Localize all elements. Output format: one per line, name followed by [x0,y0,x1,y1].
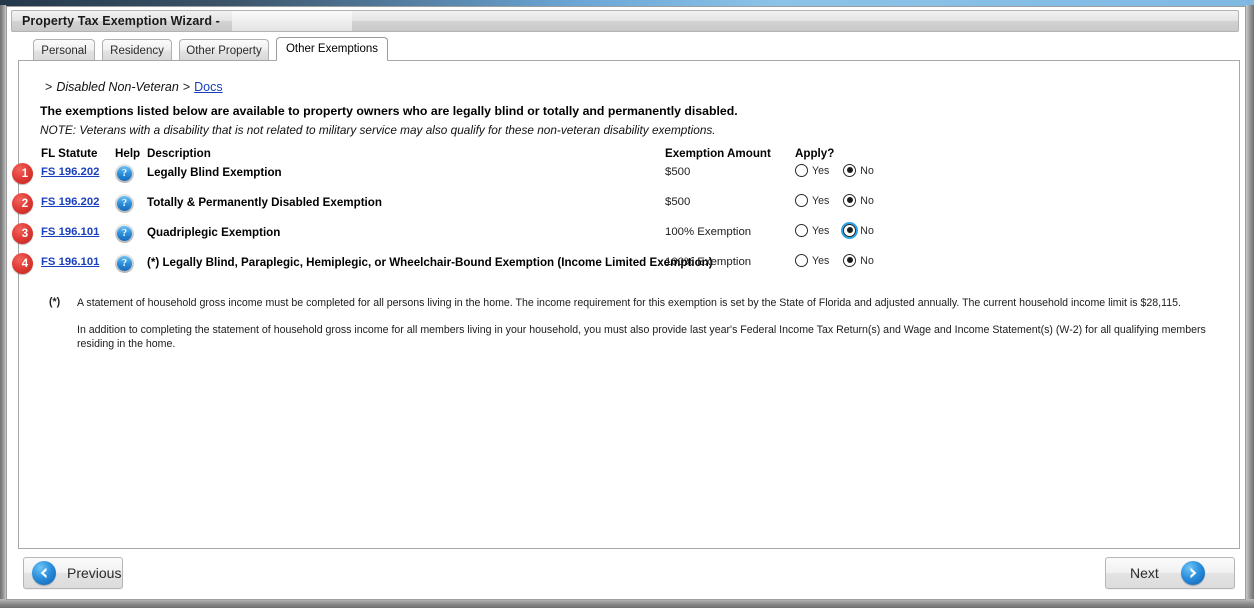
breadcrumb: > Disabled Non-Veteran > Docs [41,80,223,94]
footnote-second-text: In addition to completing the statement … [77,324,1206,350]
arrow-left-icon [32,561,56,585]
exemption-amount: $500 [665,166,691,178]
breadcrumb-current: Disabled Non-Veteran [56,80,179,94]
step-badge-number: 3 [21,227,29,240]
help-question-icon[interactable] [115,224,134,243]
window-right-frame [1246,5,1254,608]
window-titlebar: Property Tax Exemption Wizard - [11,10,1239,32]
header-fl-statute: FL Statute [41,147,98,160]
content-panel: > Disabled Non-Veteran > Docs The exemption… [12,60,1240,549]
apply-yes-radio[interactable] [795,194,808,207]
table-row: 1 FS 196.202 Legally Blind Exemption $500 Ye… [12,163,1239,193]
next-button[interactable]: Next [1105,557,1235,589]
tab-residency[interactable]: Residency [102,39,172,61]
table-row: 4 FS 196.101 (*) Legally Blind, Paraplegic… [12,253,1239,283]
intro-headline: The exemptions listed below are availabl… [40,104,738,118]
tab-label: Other Property [186,44,262,57]
apply-yes-radio[interactable] [795,224,808,237]
footnotes: (*) A statement of household gross incom… [41,296,1221,351]
tab-personal[interactable]: Personal [33,39,95,61]
apply-yes-radio[interactable] [795,254,808,267]
wizard-footer: Previous Next [18,557,1240,593]
tab-other-exemptions[interactable]: Other Exemptions [276,37,388,61]
step-badge-number: 1 [21,167,29,180]
table-header-row: FL Statute Help Description Exemption Am… [19,147,1239,163]
apply-no-label: No [860,164,874,177]
step-badge-number: 2 [21,197,29,210]
exemption-description: Quadriplegic Exemption [147,226,281,239]
statute-link[interactable]: FS 196.101 [41,223,113,238]
arrow-right-icon [1180,561,1205,585]
apply-radio-group: Yes No [795,193,884,207]
breadcrumb-lead-separator: > [45,80,53,94]
footnote-first-text: A statement of household gross income mu… [77,297,1181,309]
apply-yes-label: Yes [812,254,830,267]
apply-no-label: No [860,224,874,237]
header-apply: Apply? [795,147,835,160]
apply-no-label: No [860,254,874,267]
apply-yes-label: Yes [812,194,830,207]
exemption-description: Totally & Permanently Disabled Exemption [147,196,382,209]
table-row: 3 FS 196.101 Quadriplegic Exemption 100% Ex… [12,223,1239,253]
header-exemption-amount: Exemption Amount [665,147,771,160]
apply-yes-label: Yes [812,164,830,177]
header-description: Description [147,147,211,160]
exemption-amount: 100% Exemption [665,226,752,238]
step-badge: 1 [12,163,33,184]
apply-radio-group: Yes No [795,223,884,237]
apply-no-radio[interactable] [843,254,857,267]
apply-yes-radio[interactable] [795,164,808,177]
step-badge: 2 [12,193,33,214]
help-cell [115,193,145,216]
step-badge: 4 [12,253,33,274]
help-cell [115,223,145,246]
previous-button[interactable]: Previous [23,557,123,589]
breadcrumb-docs-link[interactable]: Docs [194,80,222,94]
next-button-label: Next [1130,565,1159,581]
tab-strip: Personal Residency Other Property Other Exe… [18,37,1240,61]
breadcrumb-separator: > [182,80,191,94]
header-help: Help [115,147,141,160]
apply-radio-group: Yes No [795,163,884,177]
tab-label: Other Exemptions [285,43,379,55]
help-cell [115,163,145,186]
apply-no-radio[interactable] [843,224,857,237]
help-question-icon[interactable] [115,254,134,273]
statute-link[interactable]: FS 196.101 [41,253,113,268]
exemption-amount: 100% Exemption [665,256,752,268]
table-row: 2 FS 196.202 Totally & Permanently Disable… [12,193,1239,223]
statute-link[interactable]: FS 196.202 [41,163,113,178]
previous-button-label: Previous [67,565,122,581]
window-title: Property Tax Exemption Wizard - [22,14,220,28]
footnote-marker: (*) [49,296,61,308]
help-question-icon[interactable] [115,164,134,183]
apply-radio-group: Yes No [795,253,884,267]
exemption-description: Legally Blind Exemption [147,166,282,179]
exemptions-table: FL Statute Help Description Exemption Am… [12,147,1239,283]
footnote-second: In addition to completing the statement … [41,323,1221,351]
apply-no-radio[interactable] [843,164,857,177]
titlebar-highlight-slot [232,11,352,31]
help-cell [115,253,145,276]
tab-label: Personal [41,44,87,57]
exemption-description: (*) Legally Blind, Paraplegic, Hemiplegi… [147,256,713,269]
apply-no-label: No [860,194,874,207]
exemption-amount: $500 [665,196,691,208]
footnote-first: (*) A statement of household gross incom… [41,296,1221,310]
window-bottom-frame [0,599,1254,608]
wizard-window: Property Tax Exemption Wizard - Personal… [6,6,1246,600]
statute-link[interactable]: FS 196.202 [41,193,113,208]
intro-note: NOTE: Veterans with a disability that is… [40,123,716,137]
tab-other-property[interactable]: Other Property [179,39,269,61]
step-badge-number: 4 [21,257,29,270]
apply-yes-label: Yes [812,224,830,237]
tab-label: Residency [110,44,164,57]
step-badge: 3 [12,223,33,244]
apply-no-radio[interactable] [843,194,857,207]
help-question-icon[interactable] [115,194,134,213]
